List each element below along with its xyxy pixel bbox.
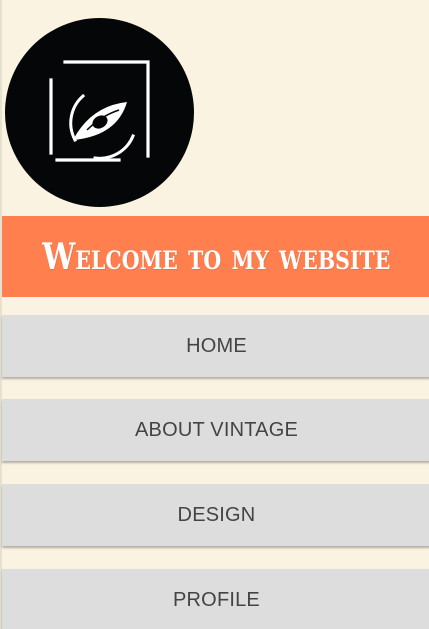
eye-frame-logo-icon	[49, 60, 150, 162]
nav-item-label: ABOUT VINTAGE	[134, 418, 298, 441]
nav-item-about-vintage[interactable]: ABOUT VINTAGE	[2, 399, 429, 461]
nav-item-label: DESIGN	[177, 503, 256, 526]
nav-item-profile[interactable]: PROFILE	[2, 569, 429, 629]
welcome-banner: Welcome to my website	[2, 216, 429, 297]
nav-item-label: HOME	[186, 334, 247, 357]
nav-item-label: PROFILE	[173, 588, 260, 611]
page-title: Welcome to my website	[42, 235, 391, 278]
nav-item-design[interactable]: DESIGN	[2, 484, 429, 546]
nav-item-home[interactable]: HOME	[2, 315, 429, 377]
site-logo[interactable]	[5, 18, 194, 207]
page: Welcome to my website HOME ABOUT VINTAGE…	[0, 0, 429, 629]
